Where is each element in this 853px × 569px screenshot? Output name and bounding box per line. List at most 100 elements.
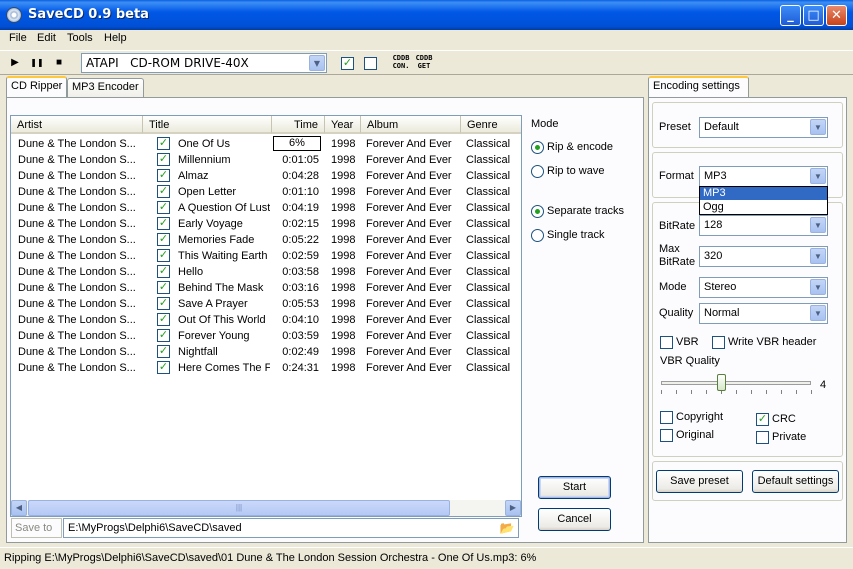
track-checkbox[interactable]: ✓ bbox=[157, 345, 170, 358]
column-time[interactable]: Time bbox=[272, 116, 325, 134]
format-option-ogg[interactable]: Ogg bbox=[700, 201, 827, 214]
table-row[interactable]: Dune & The London S... Hello 1998 Forever A… bbox=[11, 264, 521, 280]
vbr-quality-slider-thumb[interactable] bbox=[717, 374, 726, 391]
track-checkbox[interactable]: ✓ bbox=[157, 313, 170, 326]
bitrate-select[interactable]: 128 ▼ bbox=[699, 215, 828, 236]
stop-icon[interactable]: ■ bbox=[49, 54, 69, 72]
toolbar-checkbox-checked[interactable] bbox=[341, 57, 354, 70]
cddb-connect-button[interactable]: CDDB CON. bbox=[391, 54, 411, 72]
table-row[interactable]: Dune & The London S... Here Comes The F 19… bbox=[11, 360, 521, 376]
track-checkbox[interactable]: ✓ bbox=[157, 329, 170, 342]
table-row[interactable]: Dune & The London S... Early Voyage 1998 Fo… bbox=[11, 216, 521, 232]
vbr-checkbox[interactable] bbox=[660, 336, 673, 349]
tab-cd-ripper[interactable]: CD Ripper bbox=[6, 76, 68, 97]
table-row[interactable]: Dune & The London S... Out Of This World 1… bbox=[11, 312, 521, 328]
play-icon[interactable]: ▶ bbox=[5, 54, 25, 72]
folder-open-icon[interactable]: 📂 bbox=[497, 519, 517, 537]
chevron-down-icon[interactable]: ▼ bbox=[810, 305, 826, 321]
table-row[interactable]: Dune & The London S... Millennium 1998 Fore… bbox=[11, 152, 521, 168]
start-button[interactable]: Start bbox=[538, 476, 611, 499]
table-row[interactable]: Dune & The London S... Forever Young 1998 F… bbox=[11, 328, 521, 344]
save-path-input[interactable]: E:\MyProgs\Delphi6\SaveCD\saved bbox=[63, 518, 519, 538]
drive-select[interactable]: ATAPI CD-ROM DRIVE-40X ▼ bbox=[81, 53, 327, 73]
radio-single-track[interactable] bbox=[531, 229, 544, 242]
tab-encoding-settings[interactable]: Encoding settings bbox=[648, 76, 749, 97]
format-select[interactable]: MP3 ▼ bbox=[699, 166, 828, 187]
radio-separate-tracks[interactable] bbox=[531, 205, 544, 218]
scroll-thumb[interactable]: ||| bbox=[28, 500, 450, 516]
pause-icon[interactable]: ❚❚ bbox=[27, 54, 47, 72]
track-checkbox[interactable]: ✓ bbox=[157, 217, 170, 230]
scroll-left-icon[interactable]: ◀ bbox=[11, 500, 27, 516]
table-row[interactable]: Dune & The London S... This Waiting Earth… bbox=[11, 248, 521, 264]
track-checkbox[interactable]: ✓ bbox=[157, 361, 170, 374]
track-checkbox[interactable]: ✓ bbox=[157, 249, 170, 262]
table-row[interactable]: Dune & The London S... Almaz 1998 Forever A… bbox=[11, 168, 521, 184]
maximize-button[interactable]: □ bbox=[803, 5, 824, 26]
column-album[interactable]: Album bbox=[361, 116, 461, 134]
track-checkbox[interactable]: ✓ bbox=[157, 185, 170, 198]
crc-label[interactable]: CRC bbox=[772, 413, 796, 425]
preset-select[interactable]: Default ▼ bbox=[699, 117, 828, 138]
track-checkbox[interactable]: ✓ bbox=[157, 297, 170, 310]
cancel-button[interactable]: Cancel bbox=[538, 508, 611, 531]
column-year[interactable]: Year bbox=[325, 116, 361, 134]
track-checkbox[interactable]: ✓ bbox=[157, 281, 170, 294]
track-checkbox[interactable]: ✓ bbox=[157, 137, 170, 150]
table-row[interactable]: Dune & The London S... Open Letter 1998 For… bbox=[11, 184, 521, 200]
track-checkbox[interactable]: ✓ bbox=[157, 233, 170, 246]
private-checkbox[interactable] bbox=[756, 431, 769, 444]
app-cd-icon[interactable] bbox=[6, 7, 22, 23]
format-option-mp3[interactable]: MP3 bbox=[700, 187, 827, 200]
column-genre[interactable]: Genre bbox=[461, 116, 521, 134]
quality-select[interactable]: Normal ▼ bbox=[699, 303, 828, 324]
close-button[interactable]: ✕ bbox=[826, 5, 847, 26]
chevron-down-icon[interactable]: ▼ bbox=[309, 55, 325, 71]
chevron-down-icon[interactable]: ▼ bbox=[810, 217, 826, 233]
max-bitrate-select[interactable]: 320 ▼ bbox=[699, 246, 828, 267]
radio-separate-tracks-label[interactable]: Separate tracks bbox=[547, 205, 624, 217]
write-vbr-header-checkbox[interactable] bbox=[712, 336, 725, 349]
vbr-quality-track[interactable] bbox=[661, 381, 811, 385]
copyright-checkbox[interactable] bbox=[660, 411, 673, 424]
menu-edit[interactable]: Edit bbox=[37, 32, 56, 44]
chevron-down-icon[interactable]: ▼ bbox=[810, 168, 826, 184]
title-bar[interactable]: SaveCD 0.9 beta _ □ ✕ bbox=[0, 0, 853, 30]
tab-mp3-encoder[interactable]: MP3 Encoder bbox=[67, 78, 144, 97]
horizontal-scrollbar[interactable]: ◀ ||| ▶ bbox=[11, 500, 521, 516]
radio-rip-wave[interactable] bbox=[531, 165, 544, 178]
track-checkbox[interactable]: ✓ bbox=[157, 265, 170, 278]
radio-rip-encode-label[interactable]: Rip & encode bbox=[547, 141, 613, 153]
menu-file[interactable]: File bbox=[9, 32, 27, 44]
mode-select[interactable]: Stereo ▼ bbox=[699, 277, 828, 298]
table-row[interactable]: Dune & The London S... Nightfall 1998 Forev… bbox=[11, 344, 521, 360]
crc-checkbox[interactable] bbox=[756, 413, 769, 426]
radio-rip-encode[interactable] bbox=[531, 141, 544, 154]
table-row[interactable]: Dune & The London S... Behind The Mask 199… bbox=[11, 280, 521, 296]
track-checkbox[interactable]: ✓ bbox=[157, 169, 170, 182]
table-row[interactable]: Dune & The London S... Save A Prayer 1998 F… bbox=[11, 296, 521, 312]
minimize-button[interactable]: _ bbox=[780, 5, 801, 26]
save-preset-button[interactable]: Save preset bbox=[656, 470, 743, 493]
track-checkbox[interactable]: ✓ bbox=[157, 201, 170, 214]
cddb-get-button[interactable]: CDDB GET bbox=[414, 54, 434, 72]
menu-help[interactable]: Help bbox=[104, 32, 127, 44]
radio-rip-wave-label[interactable]: Rip to wave bbox=[547, 165, 604, 177]
vbr-label[interactable]: VBR bbox=[676, 336, 699, 348]
scroll-right-icon[interactable]: ▶ bbox=[505, 500, 521, 516]
table-row[interactable]: Dune & The London S... One Of Us 1998 Forev… bbox=[11, 136, 521, 152]
chevron-down-icon[interactable]: ▼ bbox=[810, 119, 826, 135]
menu-tools[interactable]: Tools bbox=[67, 32, 93, 44]
write-vbr-header-label[interactable]: Write VBR header bbox=[728, 336, 816, 348]
chevron-down-icon[interactable]: ▼ bbox=[810, 279, 826, 295]
track-checkbox[interactable]: ✓ bbox=[157, 153, 170, 166]
column-title[interactable]: Title bbox=[143, 116, 272, 134]
radio-single-track-label[interactable]: Single track bbox=[547, 229, 604, 241]
toolbar-checkbox-unchecked[interactable] bbox=[364, 57, 377, 70]
table-row[interactable]: Dune & The London S... A Question Of Lust… bbox=[11, 200, 521, 216]
default-settings-button[interactable]: Default settings bbox=[752, 470, 839, 493]
chevron-down-icon[interactable]: ▼ bbox=[810, 248, 826, 264]
table-row[interactable]: Dune & The London S... Memories Fade 1998 F… bbox=[11, 232, 521, 248]
original-label[interactable]: Original bbox=[676, 429, 714, 441]
private-label[interactable]: Private bbox=[772, 431, 806, 443]
